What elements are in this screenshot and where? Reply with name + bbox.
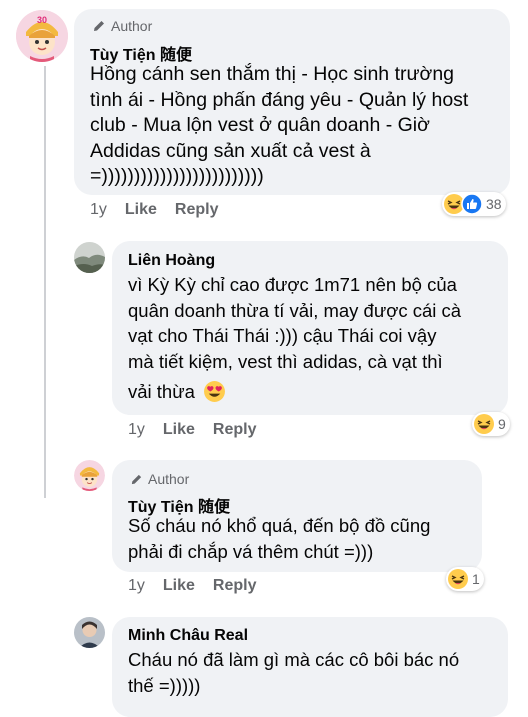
reaction-count: 1 xyxy=(472,571,480,587)
avatar[interactable] xyxy=(74,617,105,648)
like-button[interactable]: Like xyxy=(163,577,195,595)
avatar[interactable]: 30 xyxy=(16,10,68,62)
reaction-count: 38 xyxy=(486,196,502,212)
commenter-name[interactable]: Liên Hoàng xyxy=(128,252,215,270)
reply-button[interactable]: Reply xyxy=(213,577,257,595)
thread-line xyxy=(44,258,46,498)
comment-actions: 1y Like Reply xyxy=(128,577,275,595)
author-badge: Author xyxy=(130,471,189,487)
comment-line: Cháu nó đã làm gì mà các cô bôi bác nó xyxy=(128,649,460,670)
author-badge-label: Author xyxy=(148,471,190,487)
pencil-icon xyxy=(131,474,142,484)
comment-line: vì Kỳ Kỳ chỉ cao được 1m71 nên bộ của xyxy=(128,274,457,295)
comment-line: Hồng cánh sen thắm thị - Học sinh trường xyxy=(90,63,455,85)
author-avatar-icon: 30 xyxy=(16,10,68,62)
comment-actions: 1y Like Reply xyxy=(128,421,275,439)
reply-button[interactable]: Reply xyxy=(213,421,257,439)
author-avatar-icon xyxy=(74,460,105,491)
like-button[interactable]: Like xyxy=(163,421,195,439)
comment-line: club - Mua lộn vest ở quân doanh - Giờ xyxy=(90,114,430,136)
comment-line: mà tiết kiệm, vest thì adidas, cà vạt th… xyxy=(128,350,443,372)
comment-actions: 1y Like Reply xyxy=(90,201,237,219)
comment-line: vạt cho Thái Thái :))) cậu Thái coi vậy xyxy=(128,325,437,346)
reaction-count: 9 xyxy=(498,416,506,432)
comment-text: vì Kỳ Kỳ chỉ cao được 1m71 nên bộ của qu… xyxy=(128,272,461,405)
comment-line: =))))))))))))))))))))))))) xyxy=(90,165,264,187)
heart-eyes-emoji-icon xyxy=(203,381,225,403)
landscape-avatar-icon xyxy=(74,242,105,273)
avatar[interactable] xyxy=(74,460,105,491)
comment-line: tình ái - Hồng phấn đáng yêu - Quản lý h… xyxy=(90,88,469,111)
comment-line: quân doanh thừa tí vải, may được cái cà xyxy=(128,299,462,321)
like-reaction-icon xyxy=(461,193,483,215)
comment-line: phải đi chắp vá thêm chút =))) xyxy=(128,541,374,562)
commenter-name[interactable]: Minh Châu Real xyxy=(128,627,248,645)
comment-line: Addidas cũng sản xuất cả vest à xyxy=(90,139,371,162)
timestamp[interactable]: 1y xyxy=(128,577,145,595)
comment-line: Số cháu nó khổ quá, đến bộ đồ cũng xyxy=(128,515,431,536)
reactions-summary[interactable]: 9 xyxy=(472,412,510,436)
laugh-reaction-icon xyxy=(474,414,494,434)
comment-text: Hồng cánh sen thắm thị - Học sinh trường… xyxy=(90,62,468,190)
author-badge-label: Author xyxy=(111,18,153,34)
laugh-reaction-icon xyxy=(448,569,468,589)
reply-button[interactable]: Reply xyxy=(175,201,219,219)
comment-text: Cháu nó đã làm gì mà các cô bôi bác nó t… xyxy=(128,647,459,699)
pencil-icon xyxy=(94,21,104,31)
comment-line: thế =))))) xyxy=(128,675,201,696)
reactions-summary[interactable]: 38 xyxy=(442,192,506,216)
thread-line xyxy=(44,66,46,258)
timestamp[interactable]: 1y xyxy=(90,201,107,219)
reactions-summary[interactable]: 1 xyxy=(446,567,484,591)
author-badge: Author xyxy=(92,18,152,34)
comment-line: vải thừa xyxy=(128,381,195,402)
comment-text: Số cháu nó khổ quá, đến bộ đồ cũng phải … xyxy=(128,513,430,565)
svg-text:30: 30 xyxy=(37,15,47,25)
avatar[interactable] xyxy=(74,242,105,273)
timestamp[interactable]: 1y xyxy=(128,421,145,439)
user-photo-avatar-icon xyxy=(74,617,105,648)
like-button[interactable]: Like xyxy=(125,201,157,219)
